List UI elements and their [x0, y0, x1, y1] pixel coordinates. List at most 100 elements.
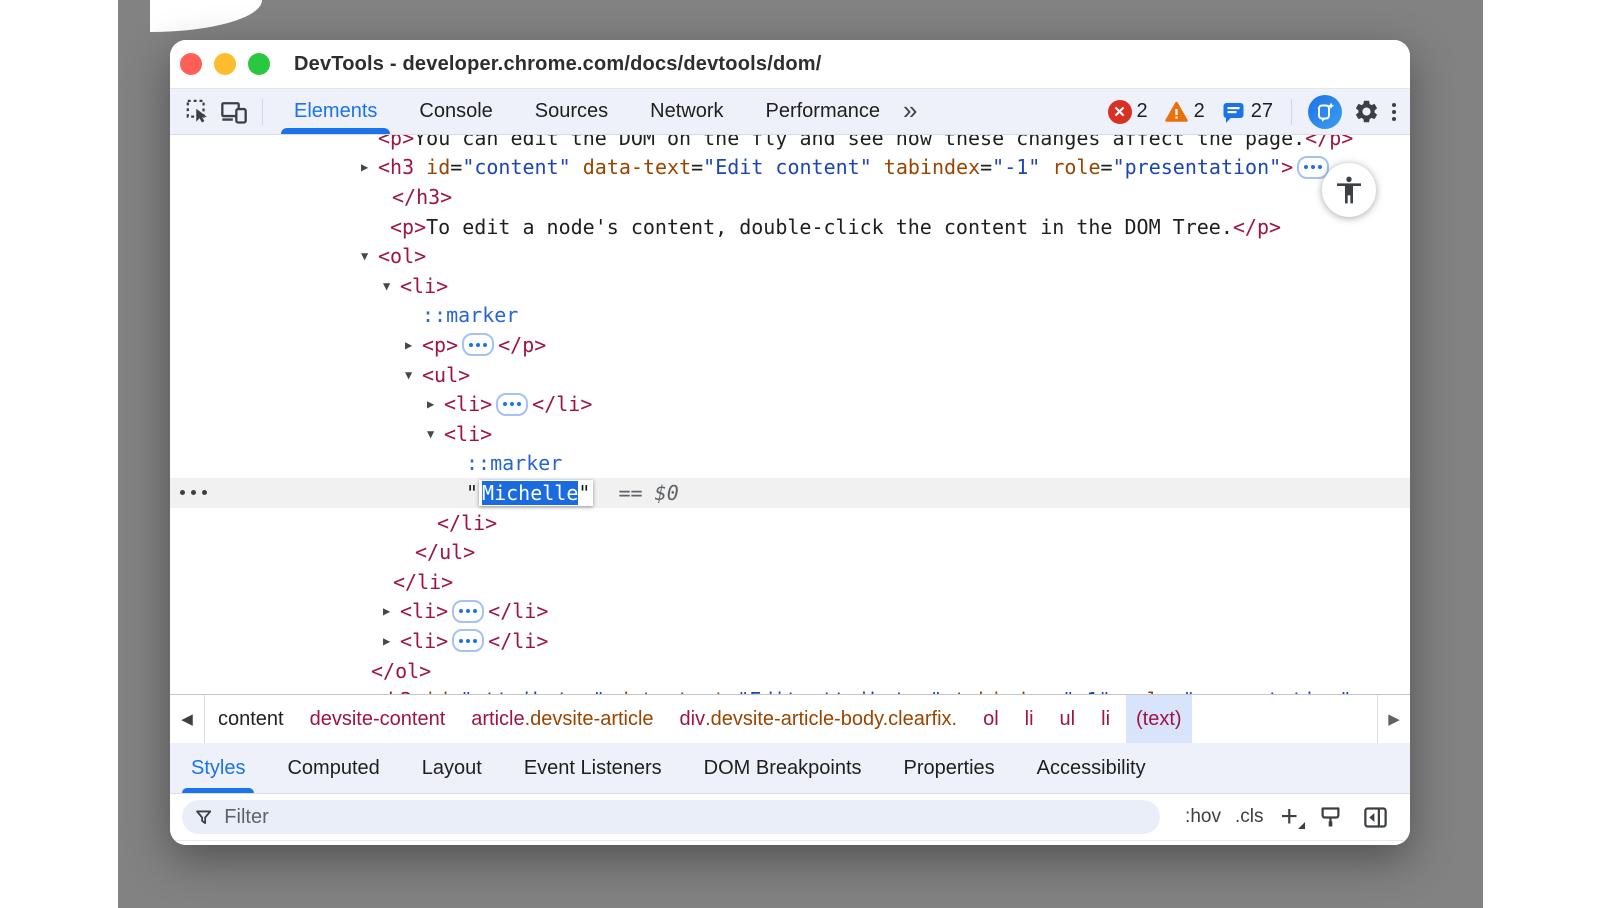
dom-tree-row[interactable]: </li> [170, 508, 1410, 538]
sidebar-tab-accessibility[interactable]: Accessibility [1016, 743, 1167, 793]
tree-collapsed-arrow-icon[interactable]: ▶ [427, 397, 444, 411]
tree-collapsed-arrow-icon[interactable]: ▶ [361, 160, 378, 174]
sidebar-tab-computed[interactable]: Computed [266, 743, 400, 793]
tree-expanded-arrow-icon[interactable]: ▼ [405, 368, 422, 382]
marker-token: ::marker [422, 303, 518, 327]
tree-expanded-arrow-icon[interactable]: ▼ [361, 249, 378, 263]
tab-elements[interactable]: Elements [273, 89, 398, 134]
breadcrumb-item[interactable]: article.devsite-article [471, 695, 653, 743]
more-tabs-icon[interactable]: » [903, 95, 917, 126]
toggle-sidebar-icon[interactable] [1362, 804, 1389, 831]
dom-tree-row[interactable]: ▶<li></li> [170, 389, 1410, 419]
dom-tree-row[interactable]: ▼<ol> [170, 241, 1410, 271]
issues-badge[interactable]: 27 [1221, 100, 1273, 124]
toolbar-divider [262, 99, 263, 125]
close-button[interactable] [180, 53, 202, 75]
tab-sources[interactable]: Sources [514, 89, 629, 134]
breadcrumb-item[interactable]: ol [983, 695, 999, 743]
tag-token: <ul> [422, 363, 470, 387]
dom-tree-row[interactable]: ▼<ul> [170, 360, 1410, 390]
tab-performance[interactable]: Performance [745, 89, 902, 134]
dom-tree-row[interactable]: <p>You can edit the DOM on the fly and s… [170, 135, 1410, 153]
tag-token: </ol> [371, 659, 431, 683]
breadcrumb-item[interactable]: ul [1060, 695, 1076, 743]
filter-input[interactable] [222, 805, 1148, 830]
settings-gear-icon[interactable] [1351, 97, 1381, 127]
ellipsis-expand-icon[interactable] [496, 393, 528, 416]
tree-collapsed-arrow-icon[interactable]: ▶ [405, 338, 422, 352]
dom-tree-row[interactable]: ▼<li> [170, 419, 1410, 449]
tag-token: </li> [393, 570, 453, 594]
new-style-rule-button[interactable]: + [1280, 804, 1298, 830]
warning-badge[interactable]: 2 [1164, 100, 1205, 124]
plain-token [643, 481, 655, 505]
breadcrumb-item[interactable]: li [1025, 695, 1034, 743]
tree-expanded-arrow-icon[interactable]: ▼ [427, 427, 444, 441]
toggle-element-state-button[interactable]: :hov [1185, 806, 1221, 828]
dom-tree-row[interactable]: ▶<li></li> [170, 626, 1410, 656]
row-ellipsis-gutter-icon[interactable] [180, 490, 207, 495]
zoom-button[interactable] [248, 53, 270, 75]
tag-token: <li> [444, 392, 492, 416]
device-toolbar-icon[interactable] [219, 97, 249, 127]
breadcrumb-item[interactable]: li [1101, 695, 1110, 743]
tab-network[interactable]: Network [629, 89, 744, 134]
dom-tree-row[interactable]: </ol> [170, 656, 1410, 686]
text-edit-box[interactable]: Michelle" [479, 480, 593, 506]
breadcrumb-scroll-left-icon[interactable]: ◀ [170, 695, 205, 743]
title-bar: DevTools - developer.chrome.com/docs/dev… [170, 40, 1410, 89]
dom-tree-row[interactable]: ▶<li></li> [170, 597, 1410, 627]
dom-tree-row[interactable]: ::marker [170, 449, 1410, 479]
sidebar-tab-layout[interactable]: Layout [401, 743, 503, 793]
breadcrumb-item[interactable]: content [218, 695, 284, 743]
ellipsis-expand-icon[interactable] [452, 629, 484, 652]
brush-icon[interactable] [1317, 804, 1344, 831]
tag-token: <li> [444, 422, 492, 446]
tree-collapsed-arrow-icon[interactable]: ▶ [383, 604, 400, 618]
breadcrumb-item[interactable]: devsite-content [310, 695, 446, 743]
dom-tree-row[interactable]: ::marker [170, 301, 1410, 331]
tab-console[interactable]: Console [398, 89, 513, 134]
plain-token [872, 155, 884, 179]
error-badge[interactable]: ✕ 2 [1108, 100, 1148, 124]
breadcrumb-item[interactable]: (text) [1126, 695, 1192, 743]
ellipsis-expand-icon[interactable] [462, 333, 494, 356]
tag-token: > [1281, 155, 1293, 179]
plain-token [594, 481, 618, 505]
plain-token: = [450, 155, 462, 179]
ellipsis-expand-icon[interactable] [452, 600, 484, 623]
breadcrumb-item[interactable]: div.devsite-article-body.clearfix. [680, 695, 958, 743]
sidebar-tab-styles[interactable]: Styles [170, 743, 266, 793]
gray-token: == [619, 481, 643, 505]
accessibility-overlay-button[interactable] [1322, 163, 1376, 217]
more-options-kebab-icon[interactable] [1392, 103, 1396, 121]
dom-tree-row[interactable]: </h3> [170, 182, 1410, 212]
inspect-icon[interactable] [183, 97, 213, 127]
tree-collapsed-arrow-icon[interactable]: ▶ [383, 634, 400, 648]
tag-token: </li> [488, 629, 548, 653]
val-token: "content" [462, 155, 570, 179]
breadcrumb-items: content devsite-content article.devsite-ar… [205, 695, 1195, 743]
tree-expanded-arrow-icon[interactable]: ▼ [383, 279, 400, 293]
sidebar-tab-event-listeners[interactable]: Event Listeners [503, 743, 683, 793]
ai-assistant-icon[interactable] [1308, 95, 1342, 129]
warning-count: 2 [1194, 100, 1205, 123]
breadcrumb: ◀ content devsite-content article.devsite-… [170, 694, 1410, 743]
ellipsis-expand-icon[interactable] [1297, 156, 1329, 179]
dom-tree-row[interactable]: ▼<li> [170, 271, 1410, 301]
minimize-button[interactable] [214, 53, 236, 75]
dom-tree-row[interactable]: ▶<h3 id="content" data-text="Edit conten… [170, 153, 1410, 183]
dom-tree-row[interactable]: </li> [170, 567, 1410, 597]
dom-tree-row[interactable]: ▶<p></p> [170, 330, 1410, 360]
sidebar-tab-dom-breakpoints[interactable]: DOM Breakpoints [683, 743, 883, 793]
dom-tree-row[interactable]: <p>To edit a node's content, double-clic… [170, 212, 1410, 242]
filter-pill [182, 800, 1160, 834]
sidebar-tab-properties[interactable]: Properties [883, 743, 1016, 793]
dom-tree-row[interactable]: </ul> [170, 537, 1410, 567]
breadcrumb-scroll-right-icon[interactable]: ▶ [1377, 695, 1410, 743]
element-classes-button[interactable]: .cls [1235, 806, 1264, 828]
tag-token: <li> [400, 599, 448, 623]
dom-tree-row[interactable]: "Michelle" == $0 [170, 478, 1410, 508]
dom-tree-row[interactable]: ▶<h2 id="attributes" data-text="Edit att… [170, 685, 1410, 694]
toolbar-divider [1291, 99, 1292, 125]
